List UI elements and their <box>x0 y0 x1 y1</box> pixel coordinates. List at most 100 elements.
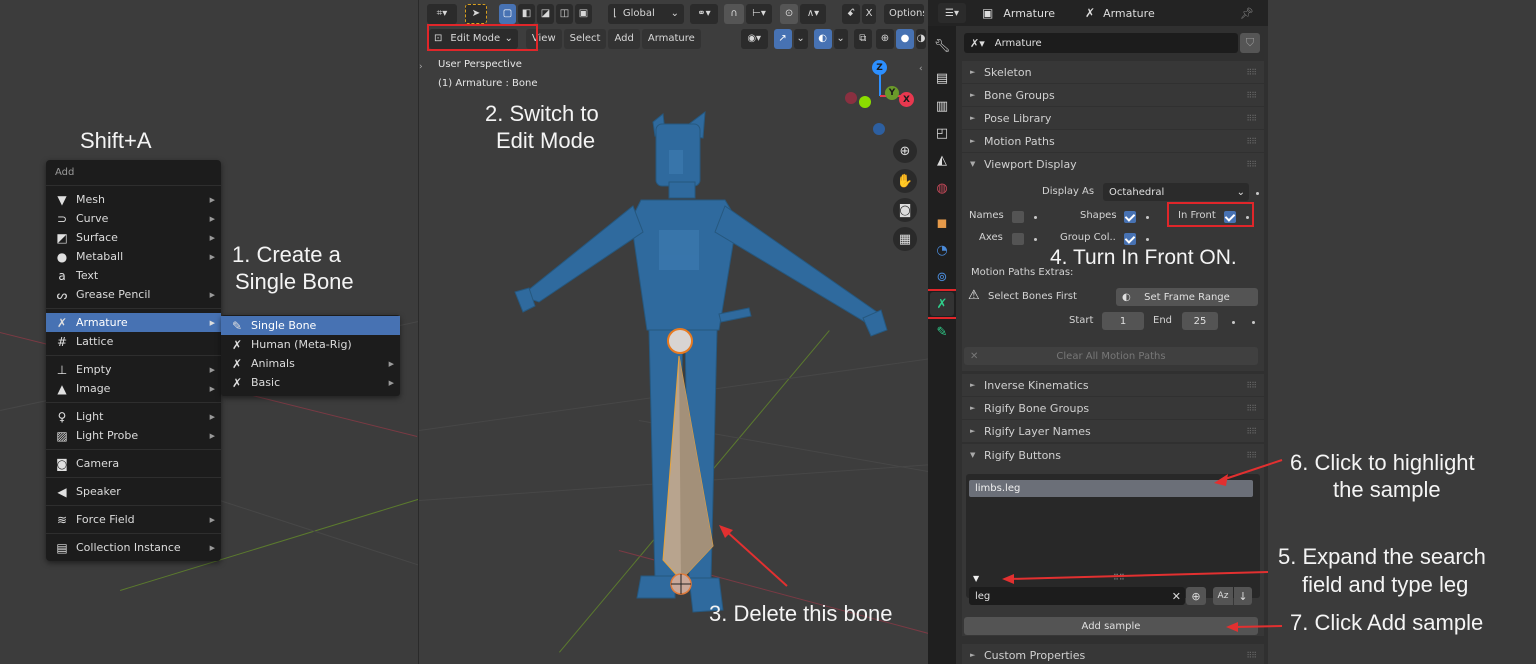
add-menu-item-speaker[interactable]: ◀ Speaker <box>46 482 221 501</box>
keyframe-dot[interactable] <box>1232 321 1235 324</box>
keyframe-dot[interactable] <box>1256 192 1259 195</box>
shapes-checkbox[interactable] <box>1124 211 1136 223</box>
drag-grip-icon[interactable]: ⠿⠿ <box>1246 427 1257 436</box>
breadcrumb-data[interactable]: Armature <box>1103 7 1155 20</box>
properties-content: ✗▾ Armature ⛉ ► Skeleton ⠿⠿ ► Bone Groups ⠿⠿ ►… <box>956 26 1268 664</box>
panel-rigify-bone-groups[interactable]: ► Rigify Bone Groups ⠿⠿ <box>962 397 1264 419</box>
add-menu-item-lattice[interactable]: # Lattice <box>46 332 221 351</box>
zoom-button[interactable]: ⊕ <box>893 139 917 163</box>
ortho-toggle-button[interactable]: ▦ <box>893 227 917 251</box>
drag-grip-icon[interactable]: ⠿⠿ <box>1246 137 1257 146</box>
filter-expand-triangle[interactable]: ▼ <box>973 574 979 583</box>
pin-icon[interactable]: 📌︎ <box>1240 7 1254 20</box>
armature-submenu-item-human-meta-rig[interactable]: ✗ Human (Meta-Rig) <box>221 335 400 354</box>
gizmo-neg-y-button[interactable] <box>859 96 871 108</box>
tab-modifiers[interactable]: ◔ <box>930 238 954 262</box>
submenu-arrow-icon: ▶ <box>209 543 215 552</box>
menu-item-label: Animals <box>251 357 295 370</box>
clear-search-icon[interactable]: ✕ <box>1172 590 1181 603</box>
gizmo-z-button[interactable]: Z <box>872 60 887 75</box>
datablock-name-field[interactable]: Armature <box>995 38 1042 49</box>
add-menu-item-camera[interactable]: ◙ Camera <box>46 454 221 473</box>
add-menu-item-surface[interactable]: ◩ Surface ▶ <box>46 228 221 247</box>
tab-render[interactable]: ▤ <box>930 66 954 90</box>
panel-custom-properties[interactable]: ► Custom Properties ⠿⠿ <box>962 644 1264 664</box>
datablock-selector[interactable]: ✗▾ Armature <box>964 33 1238 53</box>
camera-view-button[interactable]: ◙ <box>893 198 917 222</box>
panel-bone-groups[interactable]: ► Bone Groups ⠿⠿ <box>962 84 1264 106</box>
keyframe-dot[interactable] <box>1252 321 1255 324</box>
start-frame-field[interactable]: 1 <box>1102 312 1144 330</box>
drag-grip-icon[interactable]: ⠿⠿ <box>1246 651 1257 660</box>
editor-type-button[interactable]: ☰▾ <box>938 3 966 23</box>
names-checkbox[interactable] <box>1012 211 1024 223</box>
drag-grip-icon[interactable]: ⠿⠿ <box>1246 381 1257 390</box>
tab-bone[interactable]: ✎ <box>930 320 954 344</box>
sample-list-item[interactable]: limbs.leg <box>969 480 1253 497</box>
drag-grip-icon[interactable]: ⠿⠿ <box>1246 404 1257 413</box>
pan-button[interactable]: ✋ <box>893 169 917 193</box>
add-menu-item-empty[interactable]: ⊥ Empty ▶ <box>46 360 221 379</box>
collapsed-triangle-icon: ► <box>970 137 976 145</box>
tab-scene[interactable]: ◭ <box>930 148 954 172</box>
add-sample-button[interactable]: Add sample <box>964 617 1258 635</box>
drag-grip-icon[interactable]: ⠿⠿ <box>1246 451 1257 460</box>
panel-rigify-layer-names[interactable]: ► Rigify Layer Names ⠿⠿ <box>962 420 1264 442</box>
menu-item-label: Surface <box>76 231 118 244</box>
add-menu-item-light-probe[interactable]: ▨ Light Probe ▶ <box>46 426 221 445</box>
drag-grip-icon[interactable]: ⠿⠿ <box>1246 68 1257 77</box>
gizmo-neg-x-button[interactable] <box>845 92 857 104</box>
keyframe-dot[interactable] <box>1034 238 1037 241</box>
keyframe-dot[interactable] <box>1146 238 1149 241</box>
clear-motion-paths-button[interactable]: ✕ Clear All Motion Paths <box>964 347 1258 365</box>
add-menu-item-armature[interactable]: ✗ Armature ▶ <box>46 313 221 332</box>
tab-physics[interactable]: ⊚ <box>930 265 954 289</box>
panel-motion-paths[interactable]: ► Motion Paths ⠿⠿ <box>962 130 1264 152</box>
armature-submenu-item-single-bone[interactable]: ✎ Single Bone <box>221 316 400 335</box>
armature-submenu-item-animals[interactable]: ✗ Animals ▶ <box>221 354 400 373</box>
add-menu-item-light[interactable]: ♀ Light ▶ <box>46 407 221 426</box>
gizmo-x-button[interactable]: X <box>899 92 914 107</box>
sort-reverse-button[interactable]: ↓ <box>1234 587 1252 605</box>
armature-submenu-item-basic[interactable]: ✗ Basic ▶ <box>221 373 400 392</box>
add-menu-item-metaball[interactable]: ● Metaball ▶ <box>46 247 221 266</box>
tab-tool[interactable]: 🔧︎ <box>930 34 954 58</box>
add-menu-item-force-field[interactable]: ≋ Force Field ▶ <box>46 510 221 529</box>
add-menu-item-mesh[interactable]: ▼ Mesh ▶ <box>46 190 221 209</box>
left-viewport[interactable]: Shift+A 1. Create a Single Bone Add ▼ Mes… <box>0 0 418 664</box>
add-menu-item-text[interactable]: a Text <box>46 266 221 285</box>
panel-viewport-display[interactable]: ▼ Viewport Display ⠿⠿ <box>962 153 1264 175</box>
keyframe-dot[interactable] <box>1034 216 1037 219</box>
drag-grip-icon[interactable]: ⠿⠿ <box>1246 114 1257 123</box>
set-frame-range-button[interactable]: ◐ Set Frame Range <box>1116 288 1258 306</box>
drag-grip-icon[interactable]: ⠿⠿ <box>1246 91 1257 100</box>
list-resize-grip[interactable]: ⠿⠿ <box>1113 573 1125 582</box>
mesh-icon: ▼ <box>57 192 67 207</box>
breadcrumb-object[interactable]: Armature <box>1003 7 1055 20</box>
invert-filter-button[interactable]: ⊕ <box>1186 587 1206 605</box>
display-as-dropdown[interactable]: Octahedral ⌄ <box>1103 183 1249 201</box>
tab-view-layer[interactable]: ◰ <box>930 121 954 145</box>
tab-world[interactable]: ◍ <box>930 176 954 200</box>
gizmo-neg-z-button[interactable] <box>873 123 885 135</box>
drag-grip-icon[interactable]: ⠿⠿ <box>1246 160 1257 169</box>
filter-search-input[interactable]: leg ✕ <box>969 587 1185 605</box>
add-menu-item-collection-instance[interactable]: ▤ Collection Instance ▶ <box>46 538 221 557</box>
gizmo-y-button[interactable]: Y <box>885 86 899 100</box>
3d-viewport[interactable]: ⌗▾ ➤ ▢ ◧ ◪ ◫ ▣ ⌊ Global ⌄ ⚭▾ ∩ ⊢▾ ⊙ ∧▾ ꗃ X… <box>418 0 928 664</box>
panel-title: Skeleton <box>984 65 1032 79</box>
panel-rigify-buttons[interactable]: ▼ Rigify Buttons ⠿⠿ <box>962 444 1264 466</box>
panel-inverse-kinematics[interactable]: ► Inverse Kinematics ⠿⠿ <box>962 374 1264 396</box>
add-menu-item-image[interactable]: ▲ Image ▶ <box>46 379 221 398</box>
tab-object[interactable]: ◼ <box>930 211 954 235</box>
sort-alpha-button[interactable]: Az <box>1213 587 1233 605</box>
end-frame-field[interactable]: 25 <box>1182 312 1218 330</box>
panel-skeleton[interactable]: ► Skeleton ⠿⠿ <box>962 61 1264 83</box>
add-menu-item-curve[interactable]: ⊃ Curve ▶ <box>46 209 221 228</box>
tab-output[interactable]: ▥ <box>930 94 954 118</box>
add-menu-item-grease-pencil[interactable]: ᔕ Grease Pencil ▶ <box>46 285 221 304</box>
fake-user-button[interactable]: ⛉ <box>1240 33 1260 53</box>
axes-checkbox[interactable] <box>1012 233 1024 245</box>
keyframe-dot[interactable] <box>1146 216 1149 219</box>
panel-pose-library[interactable]: ► Pose Library ⠿⠿ <box>962 107 1264 129</box>
